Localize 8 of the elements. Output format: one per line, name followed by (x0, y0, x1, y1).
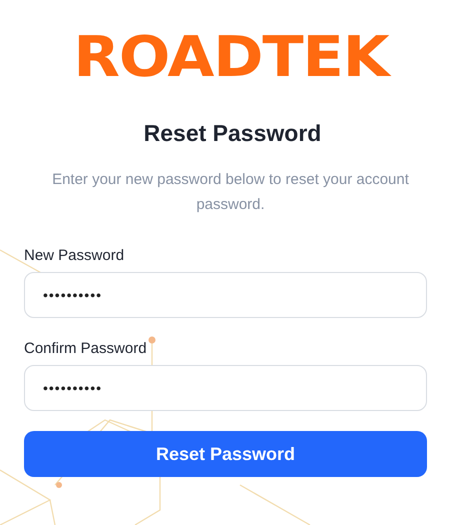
field-label: Confirm Password (24, 340, 148, 357)
reset-password-button[interactable]: Reset Password (24, 431, 427, 477)
password-field[interactable]: •••••••••• (24, 272, 427, 318)
password-field[interactable]: •••••••••• (24, 365, 427, 411)
roadtek-logo: ROADTEK (72, 26, 388, 90)
page-title: Reset Password (144, 120, 322, 147)
field-label: New Password (24, 247, 126, 264)
instructions-text: Enter your new password below to reset your account password. (51, 170, 410, 215)
